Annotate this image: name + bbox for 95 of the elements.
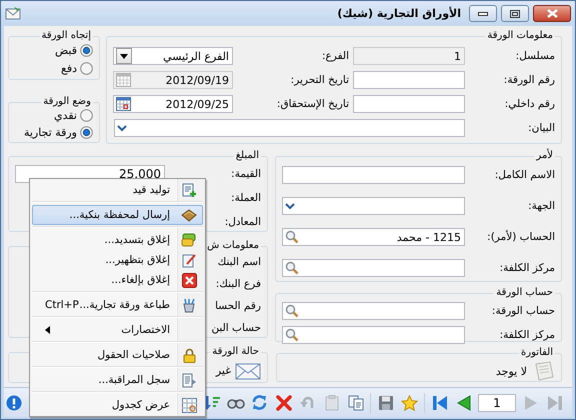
group-title: إتجاه الورقة [40,30,92,42]
radio-label: ورقة تجارية [24,126,77,139]
menu-item[interactable]: عرض كجدول [32,395,203,415]
radio-button[interactable] [80,109,93,122]
submenu-arrow-icon [45,326,50,334]
dropdown-field[interactable]: الفرع الرئيسي [113,47,233,65]
edit-icon [182,252,196,268]
page-number-field[interactable]: 1 [478,394,516,412]
minimize-button[interactable] [469,5,497,22]
first-record-icon[interactable] [430,394,449,412]
calendar-icon[interactable] [116,97,131,111]
note-icon [533,361,555,381]
radio-button[interactable] [80,126,93,139]
wallet-icon [181,208,197,222]
money-icon [181,233,197,247]
group-title: معلومات ش [206,240,260,252]
lock-icon [182,348,196,362]
text-field[interactable] [282,166,465,184]
field-label: الاسم الكامل: [494,169,555,181]
table-icon [182,398,196,412]
field-label: رقم داخلي: [504,98,555,110]
search-icon[interactable] [285,328,299,342]
search-icon[interactable] [285,304,299,318]
caret-icon [120,54,128,58]
status-text: غير [216,364,231,376]
envelope-icon [5,6,21,21]
field-label: الفرع: [320,50,349,62]
search-field[interactable] [282,326,465,344]
text-field[interactable] [353,71,465,89]
radio-label: قبض [54,44,77,56]
text-field[interactable] [353,95,465,113]
field-label: مركز الكلفة: [498,262,555,274]
pencil-cup-icon [182,298,196,312]
menu-item[interactable]: إغلاق بإلغاء... [32,270,203,290]
menu-item[interactable]: سجل المراقبة... [32,370,203,390]
group-title: حالة الورقة [211,346,260,358]
search-icon[interactable] [285,261,299,275]
menu-item[interactable]: صلاحيات الحقول [32,345,203,365]
group-title: الفاتورة [520,347,554,359]
field-label: مركز الكلفة: [498,329,555,341]
refresh-icon[interactable] [250,394,269,412]
copy-icon[interactable] [346,394,365,412]
close-icon [546,9,558,18]
close-button[interactable] [533,5,571,22]
radio-label: دفع [60,62,77,74]
log-icon [182,372,196,388]
group-title: المبلغ [234,150,260,162]
cancel-icon [182,272,196,288]
group-title: وضع الورقة [42,96,92,108]
field-label: فرع البنك: [216,277,261,292]
radio-button[interactable] [80,44,93,56]
field-label: حساب الورقة: [490,305,555,317]
field-label: المعادل: [224,215,261,230]
field-label: تاريخ الإستحقاق: [276,98,349,110]
maximize-icon [510,10,520,18]
delete-icon[interactable] [274,394,293,412]
field-label: الحساب (لأمر): [486,231,555,243]
group-title: حساب الورقة [495,287,554,299]
chevron-icon [285,202,295,210]
combo-field[interactable] [114,119,465,137]
field-label: الجهة: [527,200,555,212]
combo-field[interactable] [282,197,465,215]
menu-item[interactable]: إرسال لمحفظة بنكية... [32,205,203,225]
dropdown-button[interactable] [116,48,132,64]
date-field[interactable]: 2012/09/25 [113,95,233,113]
field-label: القيمة: [231,167,261,182]
invoice-status: لا يوجد [496,364,527,378]
menu-item[interactable]: إغلاق بتظهير... [32,250,203,270]
field-label: رقم الورقة: [502,74,555,86]
field-label: حساب البن [211,321,261,336]
maximize-button[interactable] [501,5,529,22]
chevron-icon [117,124,127,132]
group-title: معلومات الورقة [486,30,554,42]
field-label: رقم الحسا [215,299,261,314]
save-icon[interactable] [376,394,395,412]
menu-item[interactable]: الاختصارات [32,320,203,340]
search-field[interactable] [282,259,465,277]
minimize-icon [478,12,488,16]
field-label: اسم البنك [218,255,261,270]
menu-item[interactable]: إغلاق بتسديد... [32,230,203,250]
field-label: البيان: [527,122,555,134]
search-field[interactable] [282,302,465,320]
star-icon[interactable] [400,394,419,412]
radio-label: نقدي [54,109,77,122]
field-label: تاريخ التحرير: [290,74,349,86]
field-label: مسلسل: [514,50,555,62]
menu-item[interactable]: توليد قيد [32,180,203,200]
search-field[interactable]: 1215 - محمد [282,228,465,246]
document-plus-icon [182,182,196,198]
group-title: لأمر [535,150,554,162]
search-icon[interactable] [285,230,299,244]
radio-button[interactable] [80,62,93,74]
info-icon[interactable] [6,394,22,410]
window-title: الأوراق التجارية (شيك) [336,7,462,20]
field-label: العملة: [231,191,261,206]
